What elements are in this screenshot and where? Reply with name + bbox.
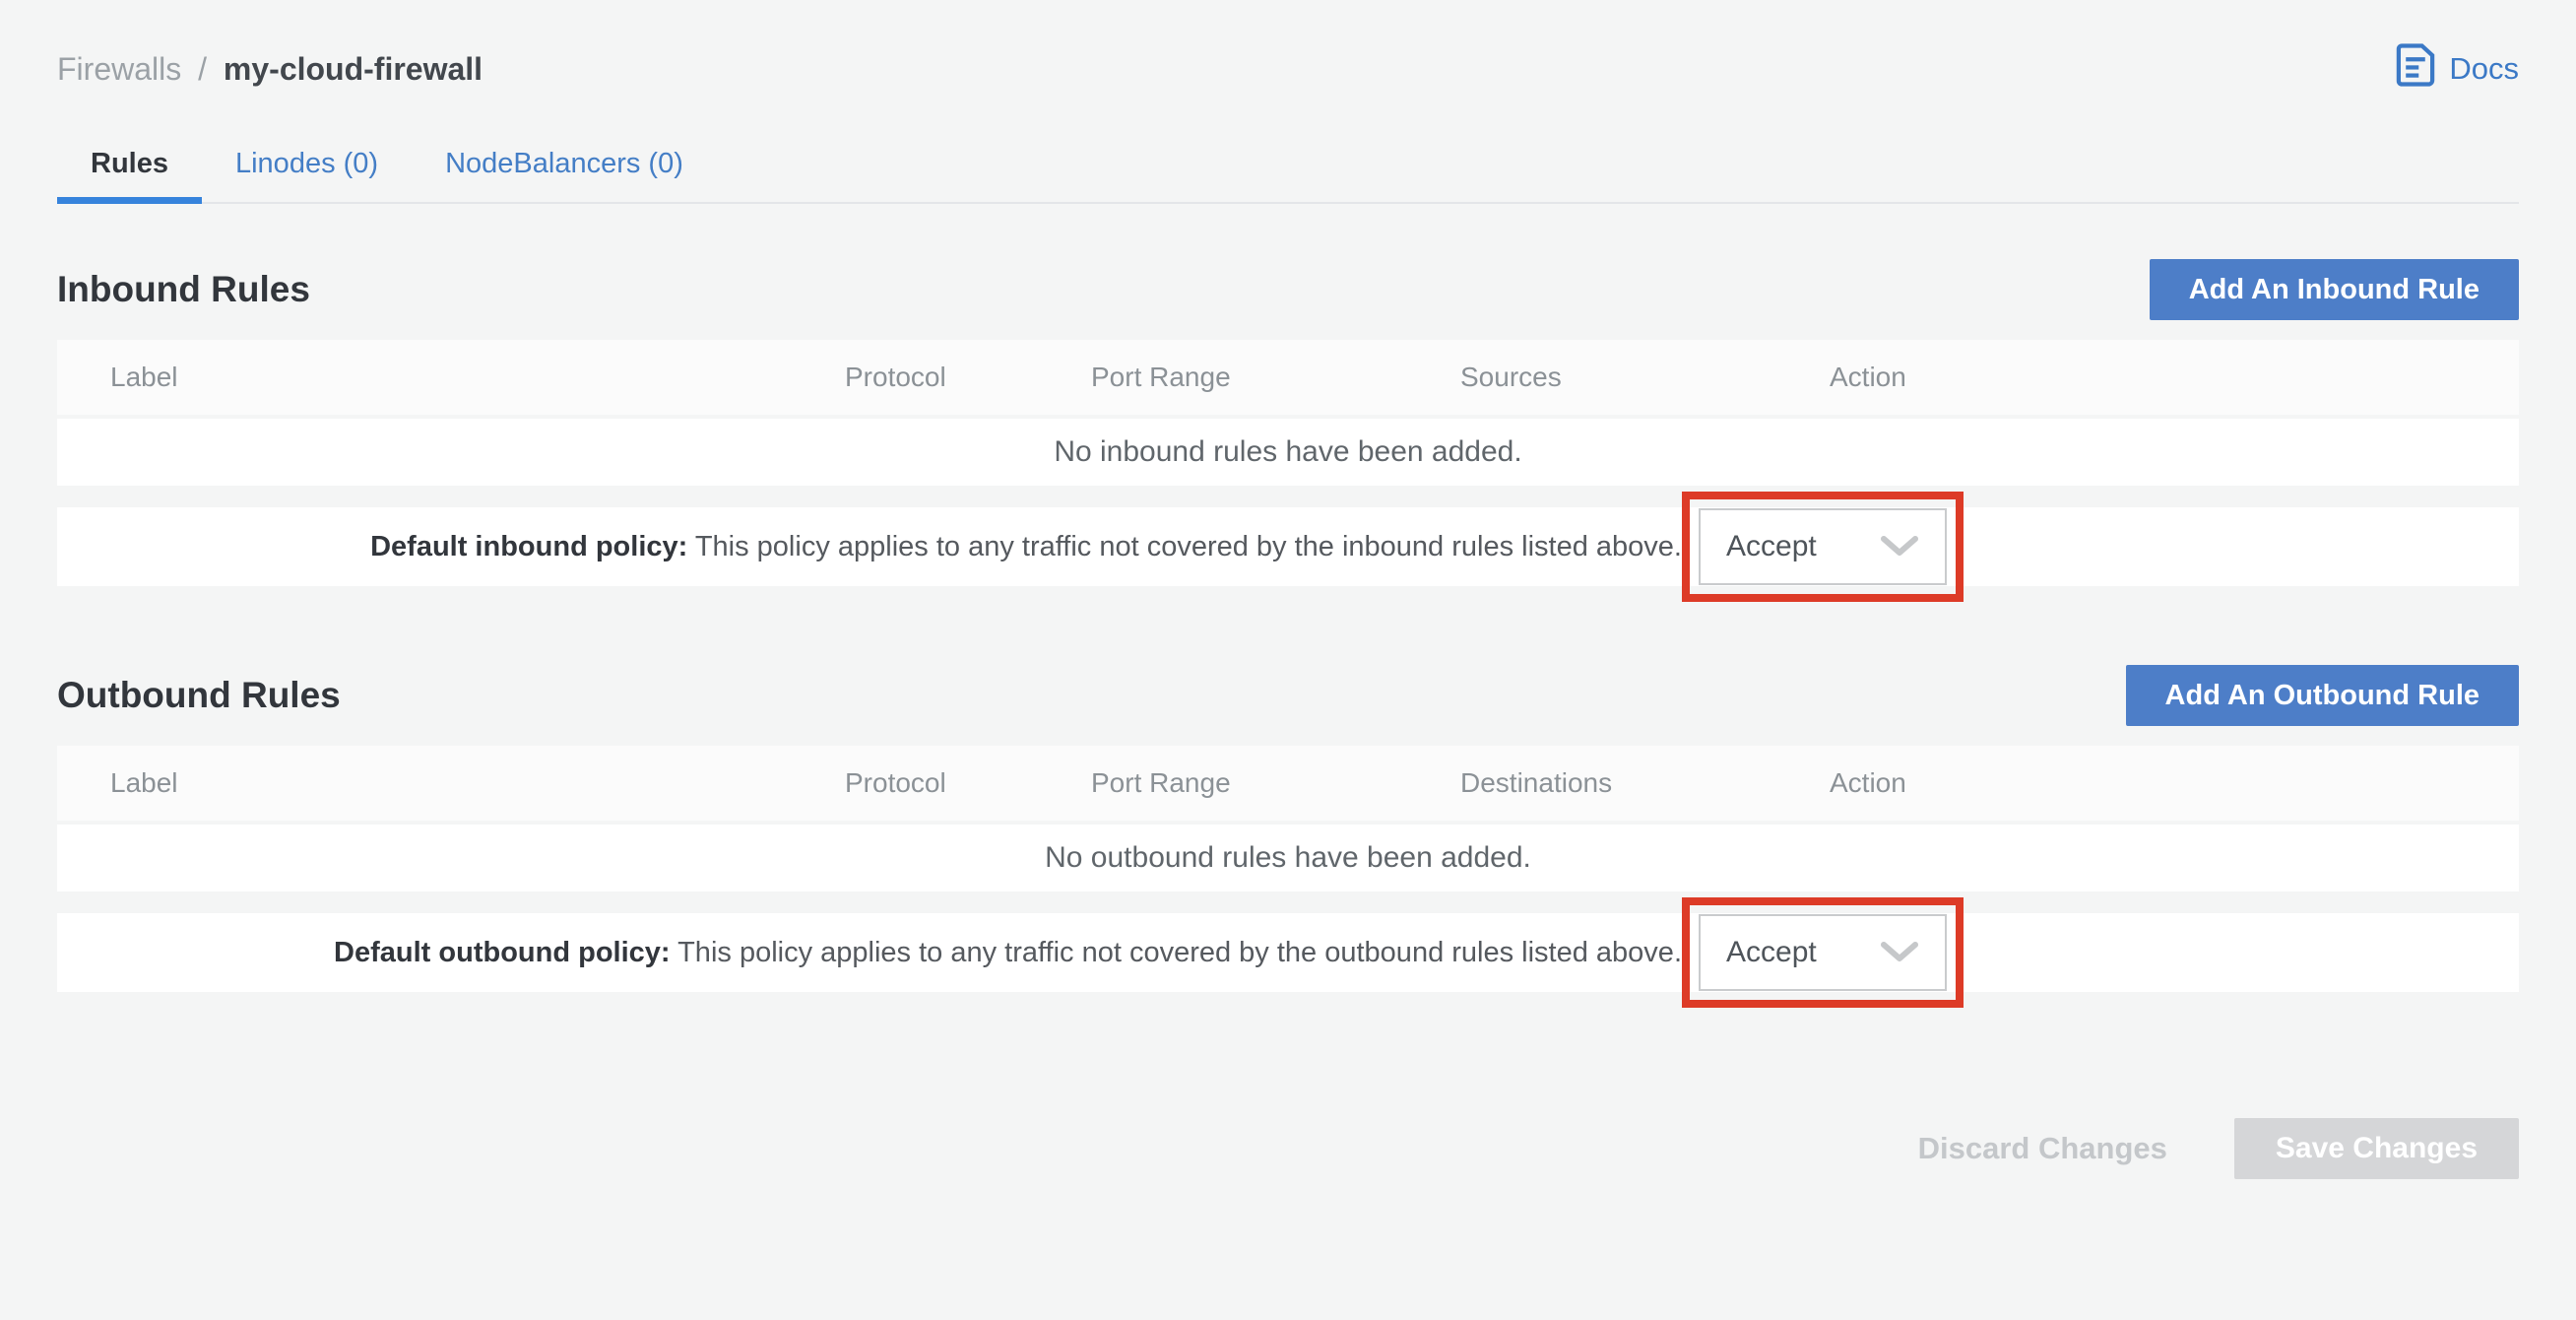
breadcrumb-current-firewall: my-cloud-firewall	[224, 51, 483, 87]
outbound-table-header: Label Protocol Port Range Destinations A…	[57, 746, 2519, 821]
chevron-down-icon	[1880, 535, 1919, 559]
inbound-policy-highlight-box: Accept	[1682, 492, 1964, 602]
outbound-policy-selected-value: Accept	[1726, 936, 1817, 969]
docs-link-label: Docs	[2449, 51, 2519, 87]
tab-nodebalancers[interactable]: NodeBalancers (0)	[412, 134, 717, 202]
inbound-empty-text: No inbound rules have been added.	[1054, 435, 1521, 469]
add-outbound-rule-button[interactable]: Add An Outbound Rule	[2126, 665, 2519, 726]
outbound-policy-row: Default outbound policy: This policy app…	[57, 913, 2519, 992]
outbound-rules-title: Outbound Rules	[57, 675, 341, 716]
outbound-section-header: Outbound Rules Add An Outbound Rule	[57, 663, 2519, 728]
tab-bar: Rules Linodes (0) NodeBalancers (0)	[57, 134, 2519, 204]
inbound-policy-description: Default inbound policy: This policy appl…	[57, 531, 1682, 563]
tab-linodes[interactable]: Linodes (0)	[202, 134, 412, 202]
footer-actions: Discard Changes Save Changes	[57, 1118, 2519, 1179]
firewall-detail-page: Firewalls / my-cloud-firewall Docs Rules…	[0, 43, 2576, 1179]
inbound-rules-title: Inbound Rules	[57, 269, 310, 310]
chevron-down-icon	[1880, 941, 1919, 964]
inbound-column-protocol: Protocol	[845, 362, 1091, 393]
inbound-policy-row: Default inbound policy: This policy appl…	[57, 507, 2519, 586]
outbound-policy-select[interactable]: Accept	[1699, 914, 1947, 991]
breadcrumb-separator: /	[198, 51, 207, 87]
docs-link[interactable]: Docs	[2396, 43, 2519, 95]
outbound-policy-highlight-box: Accept	[1682, 897, 1964, 1008]
outbound-policy-label: Default outbound policy:	[334, 937, 671, 968]
inbound-policy-select[interactable]: Accept	[1699, 508, 1947, 585]
outbound-column-action: Action	[1830, 767, 2519, 799]
inbound-rules-table: Label Protocol Port Range Sources Action…	[57, 340, 2519, 586]
topbar: Firewalls / my-cloud-firewall Docs	[57, 43, 2519, 95]
outbound-column-label: Label	[57, 767, 845, 799]
add-inbound-rule-button[interactable]: Add An Inbound Rule	[2150, 259, 2519, 320]
inbound-empty-row: No inbound rules have been added.	[57, 419, 2519, 486]
inbound-policy-text: This policy applies to any traffic not c…	[687, 531, 1682, 562]
tab-rules[interactable]: Rules	[57, 134, 202, 202]
inbound-column-port-range: Port Range	[1091, 362, 1460, 393]
outbound-policy-description: Default outbound policy: This policy app…	[57, 937, 1682, 969]
document-icon	[2396, 43, 2435, 95]
inbound-column-action: Action	[1830, 362, 2519, 393]
discard-changes-button[interactable]: Discard Changes	[1918, 1131, 2167, 1166]
inbound-section-header: Inbound Rules Add An Inbound Rule	[57, 257, 2519, 322]
outbound-rules-table: Label Protocol Port Range Destinations A…	[57, 746, 2519, 992]
inbound-policy-label: Default inbound policy:	[370, 531, 687, 562]
inbound-column-sources: Sources	[1460, 362, 1830, 393]
outbound-empty-text: No outbound rules have been added.	[1045, 841, 1531, 875]
inbound-column-label: Label	[57, 362, 845, 393]
outbound-policy-text: This policy applies to any traffic not c…	[671, 937, 1682, 968]
outbound-column-destinations: Destinations	[1460, 767, 1830, 799]
inbound-table-header: Label Protocol Port Range Sources Action	[57, 340, 2519, 415]
breadcrumb: Firewalls / my-cloud-firewall	[57, 51, 483, 88]
inbound-policy-selected-value: Accept	[1726, 530, 1817, 563]
breadcrumb-firewalls-link[interactable]: Firewalls	[57, 51, 181, 87]
outbound-column-port-range: Port Range	[1091, 767, 1460, 799]
save-changes-button[interactable]: Save Changes	[2234, 1118, 2519, 1179]
outbound-empty-row: No outbound rules have been added.	[57, 825, 2519, 891]
outbound-column-protocol: Protocol	[845, 767, 1091, 799]
